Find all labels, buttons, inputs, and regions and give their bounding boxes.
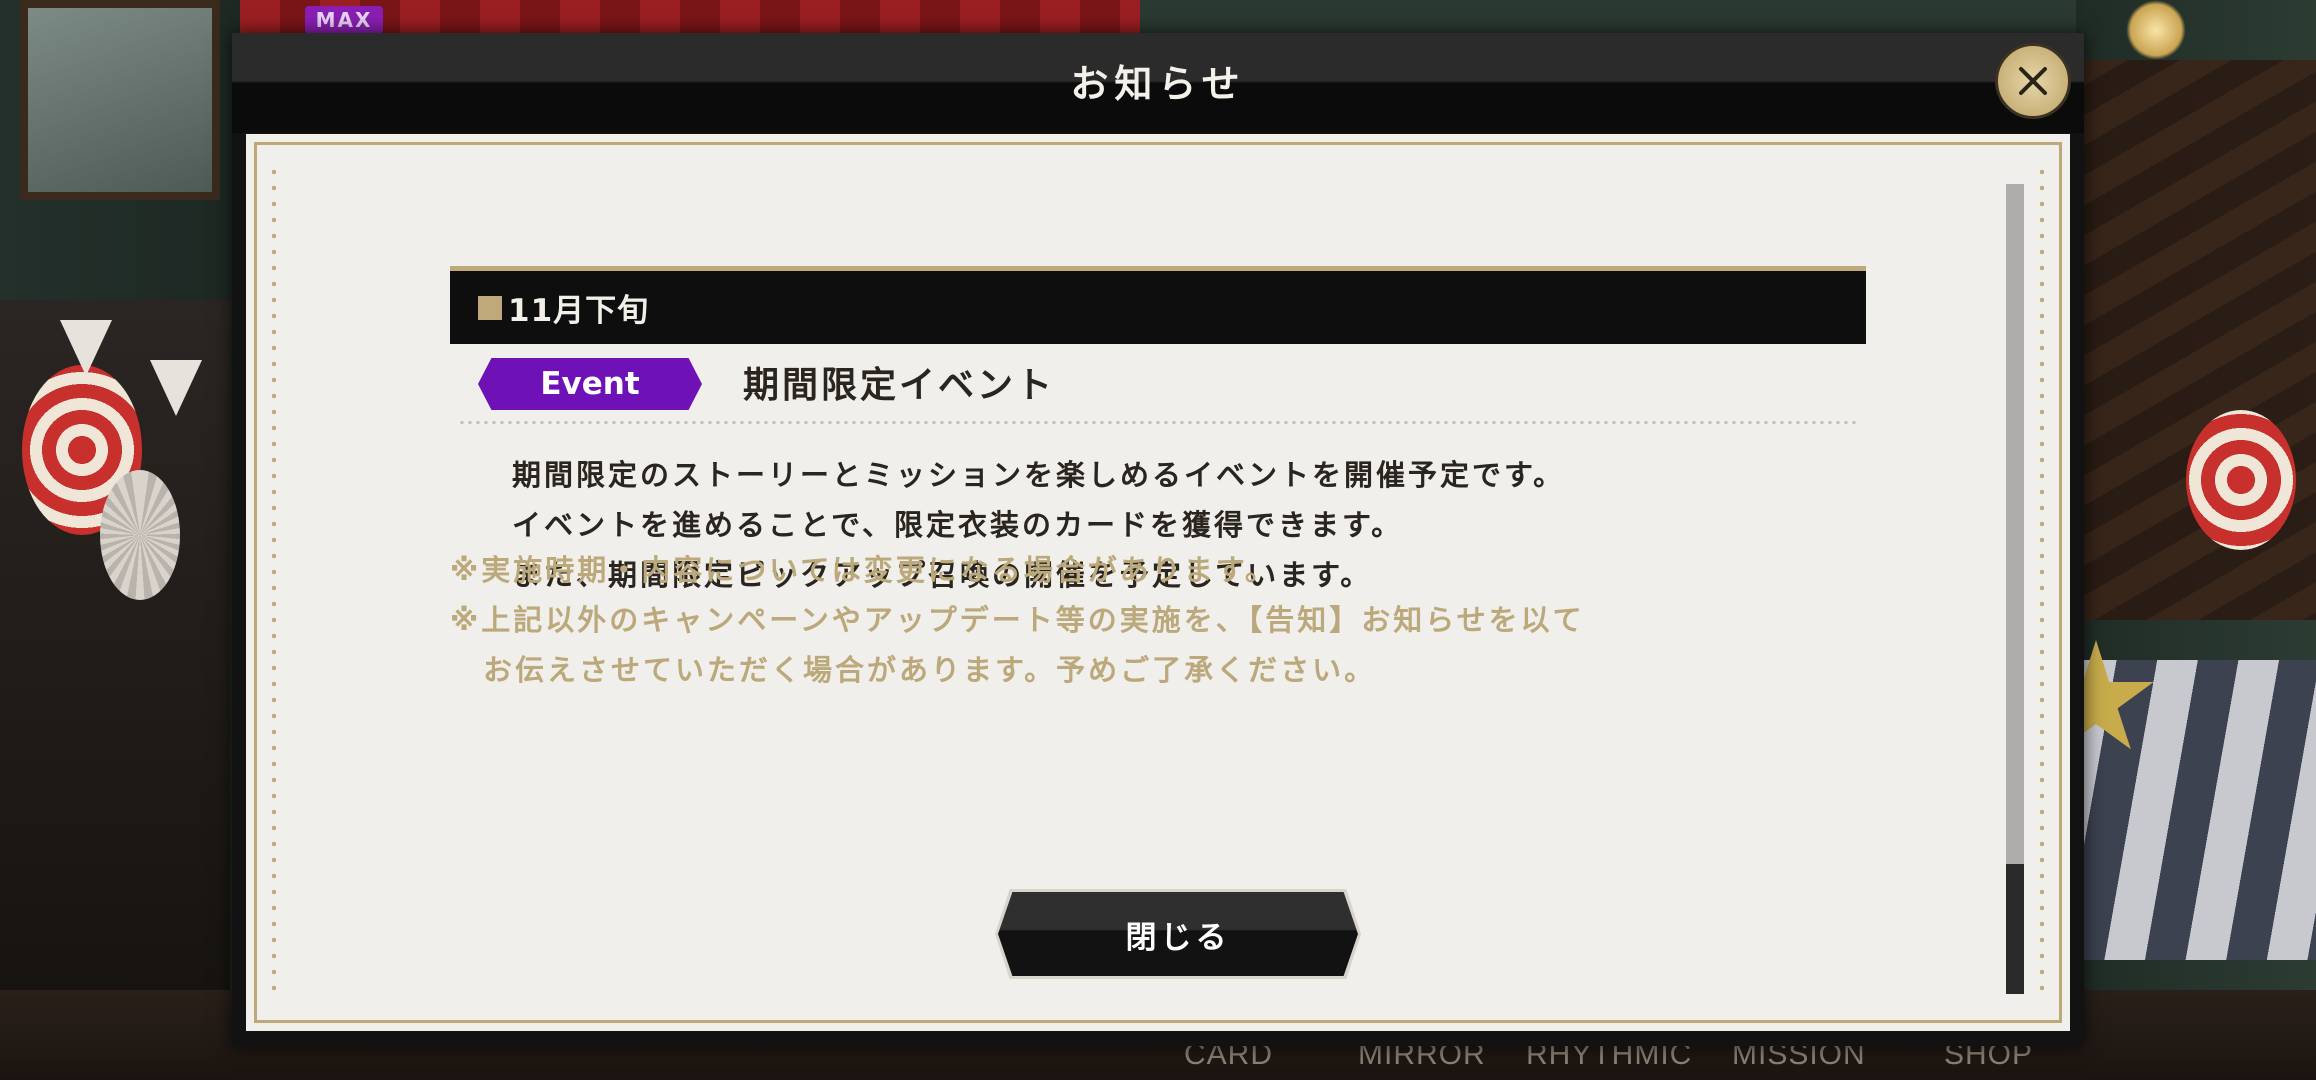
close-button-label: 閉じる — [1125, 919, 1231, 956]
section-title: 11月下旬 — [508, 293, 650, 329]
note-line: ※上記以外のキャンペーンやアップデート等の実施を、【告知】お知らせを以て — [450, 603, 1585, 637]
close-icon[interactable] — [1995, 43, 2071, 119]
notice-notes: ※実施時期・内容については変更になる場合があります。 ※上記以外のキャンペーンや… — [450, 545, 1585, 695]
paper-fan-decoration — [100, 470, 180, 600]
body-line: 期間限定のストーリーとミッションを楽しめるイベントを開催予定です。 — [512, 458, 1566, 492]
modal-title: お知らせ — [1070, 62, 1246, 106]
dotted-divider — [458, 421, 1858, 424]
notice-content-panel: 11月下旬 Event 期間限定イベント 期間限定のストーリーとミッションを楽し… — [246, 134, 2070, 1031]
bunting-flag — [150, 360, 202, 416]
dotted-border-right — [2040, 164, 2044, 1001]
modal-header: お知らせ — [232, 33, 2084, 133]
staircase — [2076, 60, 2316, 620]
note-line: お伝えさせていただく場合があります。予めご了承ください。 — [483, 653, 1377, 687]
max-badge: MAX — [305, 6, 383, 34]
scrollbar-thumb[interactable] — [2006, 864, 2024, 994]
scrollbar[interactable] — [2006, 184, 2024, 994]
event-badge: Event — [478, 358, 702, 410]
close-button[interactable]: 閉じる — [995, 889, 1361, 979]
x-icon — [2019, 67, 2047, 95]
wall-lamp — [2126, 0, 2186, 60]
window — [20, 0, 220, 200]
notice-modal: お知らせ 11月下旬 Event 期間限定イベント 期間限定のストーリーとミッシ… — [232, 33, 2084, 1046]
dotted-border-left — [272, 164, 276, 1001]
square-bullet-icon — [478, 295, 502, 320]
note-line: ※実施時期・内容については変更になる場合があります。 — [450, 553, 1277, 587]
section-header: 11月下旬 — [450, 266, 1866, 344]
dartboard-decoration — [2186, 410, 2296, 550]
body-line: イベントを進めることで、限定衣装のカードを獲得できます。 — [512, 508, 1404, 542]
bunting-flag — [60, 320, 112, 376]
event-title: 期間限定イベント — [743, 365, 1056, 406]
